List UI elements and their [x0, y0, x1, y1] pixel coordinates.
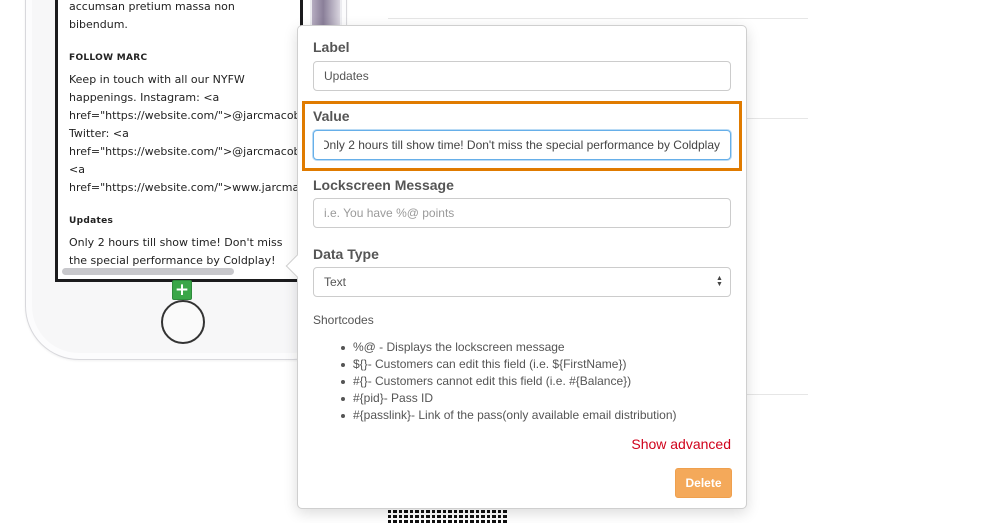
value-input[interactable] [313, 130, 731, 160]
updates-text: Only 2 hours till show time! Don't miss … [69, 236, 283, 267]
data-type-field-title: Data Type [313, 246, 379, 262]
intro-text: accumsan pretium massa non bibendum. [69, 0, 235, 31]
add-field-button[interactable]: + [172, 280, 192, 300]
label-field-title: Label [313, 39, 350, 55]
page-divider [746, 394, 808, 395]
label-input[interactable] [313, 61, 731, 91]
shortcodes-title: Shortcodes [313, 313, 374, 327]
select-arrows-icon: ▲ ▼ [716, 275, 723, 288]
shortcode-item: %@ - Displays the lockscreen message [341, 339, 733, 356]
shortcode-item: ${}- Customers can edit this field (i.e.… [341, 356, 733, 373]
horizontal-scrollbar[interactable] [62, 268, 234, 275]
delete-button[interactable]: Delete [675, 468, 732, 498]
follow-text: Keep in touch with all our NYFW happenin… [69, 73, 245, 104]
page-divider [388, 18, 808, 19]
pass-back-content: accumsan pretium massa non bibendum. FOL… [69, 0, 301, 270]
qr-code-fragment [388, 507, 509, 523]
page-divider [746, 118, 808, 119]
shortcode-item: #{pid}- Pass ID [341, 390, 733, 407]
follow-link-line: href="https://website.com/">@jarcmacob [69, 145, 301, 158]
follow-link-line: href="https://website.com/">www.jarcma [69, 181, 300, 194]
shortcode-item: #{passlink}- Link of the pass(only avail… [341, 407, 733, 424]
shortcodes-list: %@ - Displays the lockscreen message ${}… [341, 339, 733, 424]
field-editor-popover: Label Value Lockscreen Message Data Type… [285, 25, 747, 509]
home-button [161, 300, 205, 344]
follow-heading: FOLLOW MARC [69, 53, 148, 63]
lockscreen-field-title: Lockscreen Message [313, 177, 454, 193]
follow-link-line: <a [69, 163, 85, 176]
follow-link-line: Twitter: <a [69, 127, 129, 140]
show-advanced-link[interactable]: Show advanced [631, 436, 731, 452]
shortcode-item: #{}- Customers cannot edit this field (i… [341, 373, 733, 390]
follow-link-line: href="https://website.com/">@jarcmacob [69, 109, 301, 122]
value-field-title: Value [313, 108, 350, 124]
data-type-select[interactable]: Text ▲ ▼ [313, 267, 731, 297]
data-type-selected: Text [324, 275, 347, 289]
updates-heading: Updates [69, 216, 114, 226]
lockscreen-message-input[interactable] [313, 198, 731, 228]
phone-display[interactable]: accumsan pretium massa non bibendum. FOL… [55, 0, 303, 282]
